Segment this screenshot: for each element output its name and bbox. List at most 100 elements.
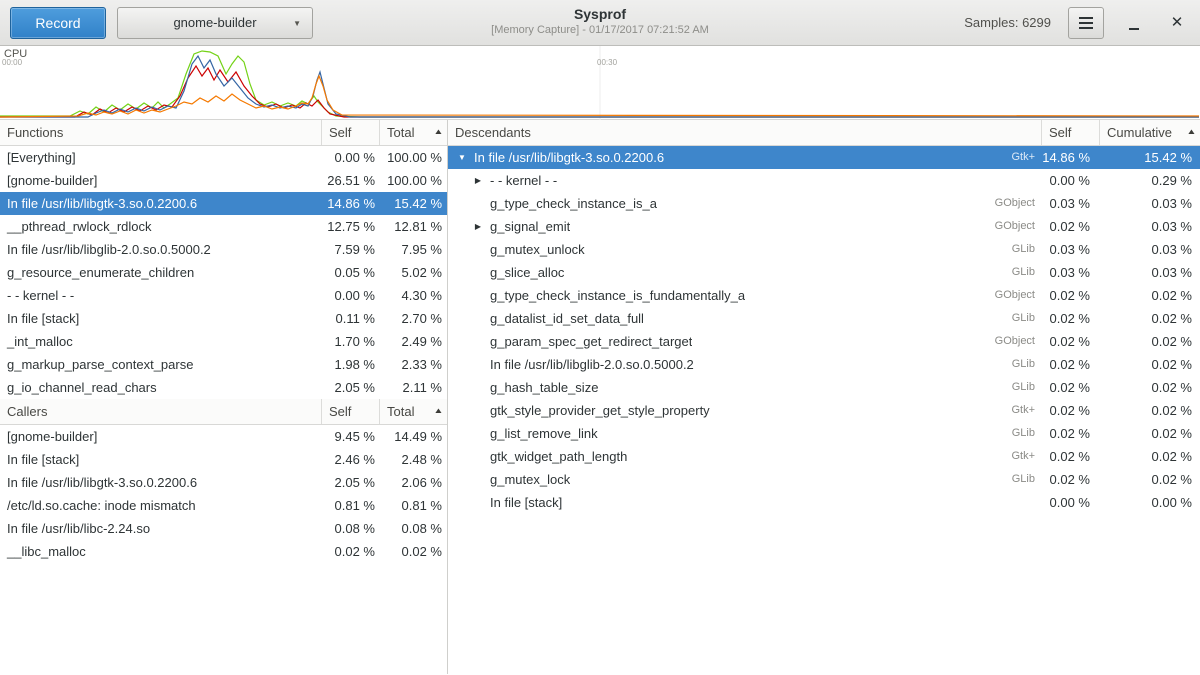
expand-arrow-icon[interactable]: ▶ [470,215,486,238]
sort-indicator-icon: ▲ [1186,129,1196,137]
tree-row[interactable]: g_mutex_unlockGLib0.03 %0.03 % [448,238,1200,261]
tree-row[interactable]: g_slice_allocGLib0.03 %0.03 % [448,261,1200,284]
close-icon: ✕ [1171,15,1184,30]
table-row[interactable]: g_resource_enumerate_children0.05 %5.02 … [0,261,447,284]
tree-name-cell: In file /usr/lib/libglib-2.0.so.0.5000.2… [448,353,1041,376]
self-percent: 2.05 % [321,376,379,399]
menu-button[interactable] [1068,7,1104,39]
total-percent: 0.08 % [379,517,447,540]
total-percent: 5.02 % [379,261,447,284]
self-percent: 0.11 % [321,307,379,330]
total-percent: 12.81 % [379,215,447,238]
total-percent: 2.11 % [379,376,447,399]
function-name: In file /usr/lib/libgtk-3.so.0.2200.6 [474,146,664,169]
tree-row[interactable]: In file [stack]0.00 %0.00 % [448,491,1200,514]
close-button[interactable]: ✕ [1164,8,1190,38]
expand-arrow-icon[interactable]: ▶ [470,169,486,192]
time-label-mid: 00:30 [597,58,617,67]
table-row[interactable]: [gnome-builder]26.51 %100.00 % [0,169,447,192]
cumulative-percent: 0.02 % [1099,376,1200,399]
tree-row[interactable]: g_mutex_lockGLib0.02 %0.02 % [448,468,1200,491]
table-row[interactable]: g_io_channel_read_chars2.05 %2.11 % [0,376,447,399]
tree-row[interactable]: ▼In file /usr/lib/libgtk-3.so.0.2200.6Gt… [448,146,1200,169]
column-header-functions[interactable]: Functions [0,120,321,145]
table-row[interactable]: __libc_malloc0.02 %0.02 % [0,540,447,563]
table-row[interactable]: In file /usr/lib/libglib-2.0.so.0.5000.2… [0,238,447,261]
descendants-table-header: Descendants Self ▲ Cumulative [448,120,1200,146]
total-percent: 15.42 % [379,192,447,215]
tree-row[interactable]: In file /usr/lib/libglib-2.0.so.0.5000.2… [448,353,1200,376]
table-row[interactable]: g_markup_parse_context_parse1.98 %2.33 % [0,353,447,376]
sysprof-window: Record gnome-builder ▼ Sysprof [Memory C… [0,0,1200,674]
table-row[interactable]: /etc/ld.so.cache: inode mismatch0.81 %0.… [0,494,447,517]
table-row[interactable]: - - kernel - -0.00 %4.30 % [0,284,447,307]
library-badge: GLib [1004,353,1041,376]
self-percent: 0.00 % [321,284,379,307]
minimize-button[interactable] [1121,8,1147,38]
cumulative-percent: 0.02 % [1099,353,1200,376]
self-percent: 0.00 % [321,146,379,169]
cumulative-percent: 0.02 % [1099,468,1200,491]
tree-name-cell: g_list_remove_linkGLib [448,422,1041,445]
descendants-panel: Descendants Self ▲ Cumulative ▼In file /… [448,120,1200,674]
sort-indicator-icon: ▲ [433,408,443,416]
function-name: In file /usr/lib/libgtk-3.so.0.2200.6 [0,192,321,215]
cumulative-percent: 0.02 % [1099,330,1200,353]
column-header-descendants[interactable]: Descendants [448,120,1041,145]
time-label-start: 00:00 [2,58,22,67]
tree-row[interactable]: g_hash_table_sizeGLib0.02 %0.02 % [448,376,1200,399]
tree-row[interactable]: g_param_spec_get_redirect_targetGObject 0… [448,330,1200,353]
total-percent: 7.95 % [379,238,447,261]
cumulative-percent: 0.03 % [1099,192,1200,215]
function-name: In file /usr/lib/libglib-2.0.so.0.5000.2 [490,353,694,376]
self-percent: 2.05 % [321,471,379,494]
column-header-label: Total [387,404,414,419]
table-row[interactable]: In file /usr/lib/libgtk-3.so.0.2200.614.… [0,192,447,215]
tree-row[interactable]: ▶g_signal_emitGObject0.02 %0.03 % [448,215,1200,238]
library-badge: GObject [987,215,1041,238]
table-row[interactable]: __pthread_rwlock_rdlock12.75 %12.81 % [0,215,447,238]
tree-row[interactable]: g_list_remove_linkGLib0.02 %0.02 % [448,422,1200,445]
tree-row[interactable]: gtk_widget_path_lengthGtk+0.02 %0.02 % [448,445,1200,468]
self-percent: 1.98 % [321,353,379,376]
cumulative-percent: 0.29 % [1099,169,1200,192]
tree-name-cell: g_param_spec_get_redirect_targetGObject [448,330,1041,353]
column-header-total[interactable]: ▲ Total [379,399,447,424]
column-header-total[interactable]: ▲ Total [379,120,447,145]
column-header-self[interactable]: Self [321,399,379,424]
table-row[interactable]: In file [stack]0.11 %2.70 % [0,307,447,330]
tree-row[interactable]: g_datalist_id_set_data_fullGLib0.02 %0.0… [448,307,1200,330]
table-row[interactable]: In file /usr/lib/libgtk-3.so.0.2200.62.0… [0,471,447,494]
table-row[interactable]: [Everything]0.00 %100.00 % [0,146,447,169]
table-row[interactable]: _int_malloc1.70 %2.49 % [0,330,447,353]
table-row[interactable]: [gnome-builder]9.45 %14.49 % [0,425,447,448]
tree-row[interactable]: gtk_style_provider_get_style_propertyGtk… [448,399,1200,422]
cumulative-percent: 0.03 % [1099,261,1200,284]
tree-row[interactable]: g_type_check_instance_is_fundamentally_a… [448,284,1200,307]
function-name: g_slice_alloc [490,261,564,284]
tree-row[interactable]: ▶- - kernel - -0.00 %0.29 % [448,169,1200,192]
callers-table-header: Callers Self ▲ Total [0,399,447,425]
self-percent: 0.03 % [1041,238,1099,261]
self-percent: 0.00 % [1041,169,1099,192]
process-selector-dropdown[interactable]: gnome-builder ▼ [117,7,313,39]
table-row[interactable]: In file /usr/lib/libc-2.24.so0.08 %0.08 … [0,517,447,540]
tree-name-cell: ▶- - kernel - - [448,169,1041,192]
self-percent: 0.02 % [1041,376,1099,399]
column-header-self[interactable]: Self [1041,120,1099,145]
column-header-callers[interactable]: Callers [0,399,321,424]
column-header-self[interactable]: Self [321,120,379,145]
self-percent: 0.02 % [1041,284,1099,307]
collapse-arrow-icon[interactable]: ▼ [454,146,470,169]
tree-row[interactable]: g_type_check_instance_is_aGObject0.03 %0… [448,192,1200,215]
hamburger-icon [1079,22,1093,24]
column-header-cumulative[interactable]: ▲ Cumulative [1099,120,1200,145]
sort-indicator-icon: ▲ [433,129,443,137]
table-row[interactable]: In file [stack]2.46 %2.48 % [0,448,447,471]
function-name: In file /usr/lib/libc-2.24.so [0,517,321,540]
function-name: [gnome-builder] [0,169,321,192]
record-button[interactable]: Record [10,7,106,39]
cpu-usage-graph[interactable]: CPU 00:00 00:30 [0,46,1200,120]
function-name: In file [stack] [490,491,562,514]
function-name: __libc_malloc [0,540,321,563]
